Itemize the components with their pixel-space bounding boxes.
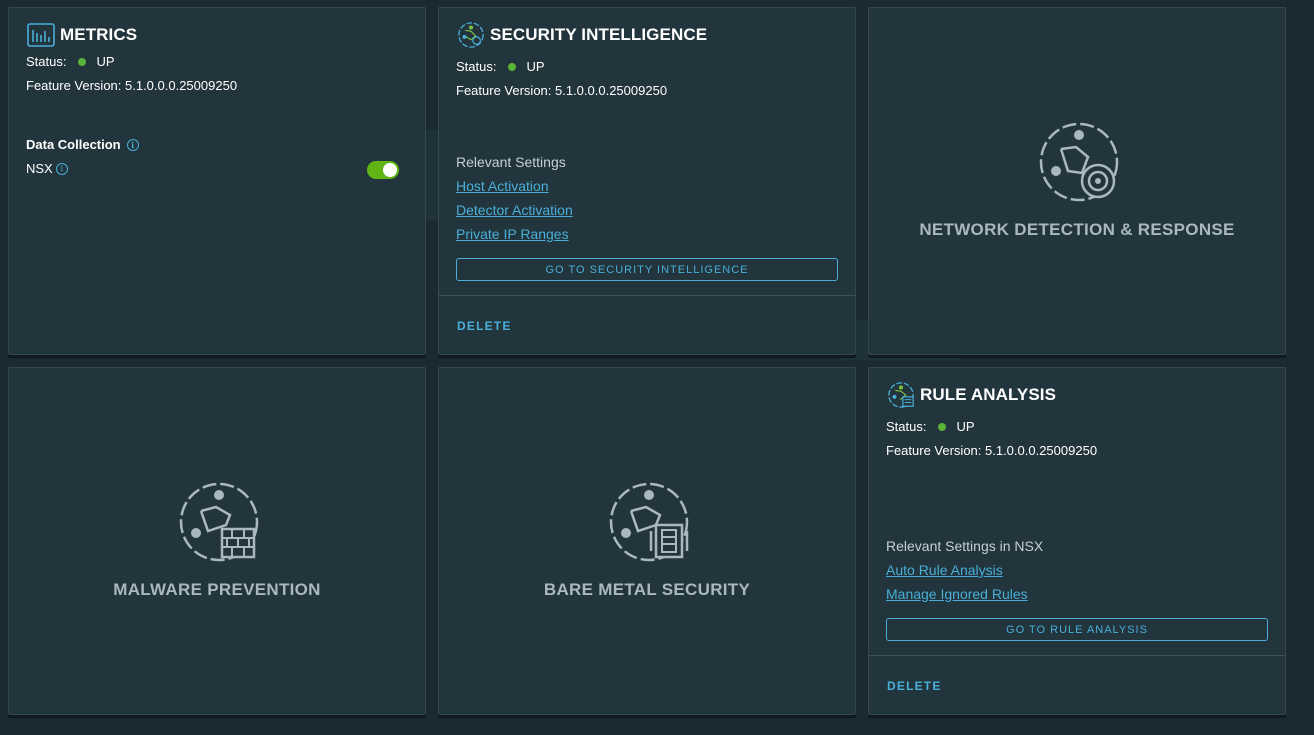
malware-prevention-card[interactable]: MALWARE PREVENTION	[8, 367, 426, 715]
metrics-card: METRICS Status: UP Feature Version: 5.1.…	[8, 7, 426, 355]
network-radar-icon	[1039, 122, 1119, 202]
status-value: UP	[96, 54, 115, 69]
toggle-knob	[383, 163, 397, 177]
status-indicator	[78, 57, 87, 66]
security-intelligence-card: SECURITY INTELLIGENCE Status: UP Feature…	[438, 7, 856, 355]
card-title: RULE ANALYSIS	[920, 385, 1057, 404]
status-row: Status: UP	[26, 54, 115, 69]
feature-version: Feature Version: 5.1.0.0.0.25009250	[456, 83, 668, 98]
security-intelligence-header: SECURITY INTELLIGENCE	[456, 21, 707, 49]
feature-version: Feature Version: 5.1.0.0.0.25009250	[26, 78, 238, 93]
nsx-label: NSX	[26, 161, 53, 176]
feature-version: Feature Version: 5.1.0.0.0.25009250	[886, 443, 1098, 458]
data-collection-heading: Data Collection i	[26, 137, 139, 152]
status-row: Status: UP	[456, 59, 545, 74]
server-icon	[609, 482, 689, 562]
rule-analysis-icon	[888, 382, 914, 408]
nsx-row: NSX i	[26, 161, 68, 176]
go-to-security-intelligence-button[interactable]: GO TO SECURITY INTELLIGENCE	[456, 258, 838, 281]
status-label: Status:	[26, 54, 67, 69]
card-title: BARE METAL SECURITY	[543, 580, 751, 599]
nsx-toggle[interactable]	[367, 161, 399, 179]
host-activation-link[interactable]: Host Activation	[456, 178, 549, 194]
bare-metal-security-card[interactable]: BARE METAL SECURITY	[438, 367, 856, 715]
manage-ignored-rules-link[interactable]: Manage Ignored Rules	[886, 586, 1028, 602]
ndr-card[interactable]: NETWORK DETECTION & RESPONSE	[868, 7, 1286, 355]
info-icon[interactable]: i	[55, 162, 68, 175]
status-label: Status:	[886, 419, 927, 434]
status-value: UP	[956, 419, 975, 434]
relevant-settings-label: Relevant Settings in NSX	[886, 538, 1044, 554]
status-indicator	[938, 422, 947, 431]
chart-icon	[27, 23, 55, 47]
card-divider	[869, 655, 1285, 656]
status-row: Status: UP	[886, 419, 975, 434]
rule-analysis-header: RULE ANALYSIS	[886, 381, 1056, 409]
metrics-header: METRICS	[26, 21, 137, 49]
rule-analysis-card: RULE ANALYSIS Status: UP Feature Version…	[868, 367, 1286, 715]
card-title: MALWARE PREVENTION	[113, 580, 321, 599]
security-intelligence-icon	[458, 22, 484, 48]
card-title: METRICS	[60, 25, 138, 44]
info-icon[interactable]: i	[126, 138, 139, 151]
auto-rule-analysis-link[interactable]: Auto Rule Analysis	[886, 562, 1003, 578]
delete-button[interactable]: DELETE	[457, 319, 512, 333]
status-value: UP	[526, 59, 545, 74]
go-to-rule-analysis-button[interactable]: GO TO RULE ANALYSIS	[886, 618, 1268, 641]
status-indicator	[508, 62, 517, 71]
data-collection-label: Data Collection	[26, 137, 121, 152]
card-title: NETWORK DETECTION & RESPONSE	[919, 220, 1235, 239]
firewall-brick-icon	[179, 482, 259, 562]
card-title: SECURITY INTELLIGENCE	[490, 25, 708, 44]
relevant-settings-label: Relevant Settings	[456, 154, 566, 170]
card-divider	[439, 295, 855, 296]
delete-button[interactable]: DELETE	[887, 679, 942, 693]
private-ip-ranges-link[interactable]: Private IP Ranges	[456, 226, 569, 242]
status-label: Status:	[456, 59, 497, 74]
detector-activation-link[interactable]: Detector Activation	[456, 202, 573, 218]
